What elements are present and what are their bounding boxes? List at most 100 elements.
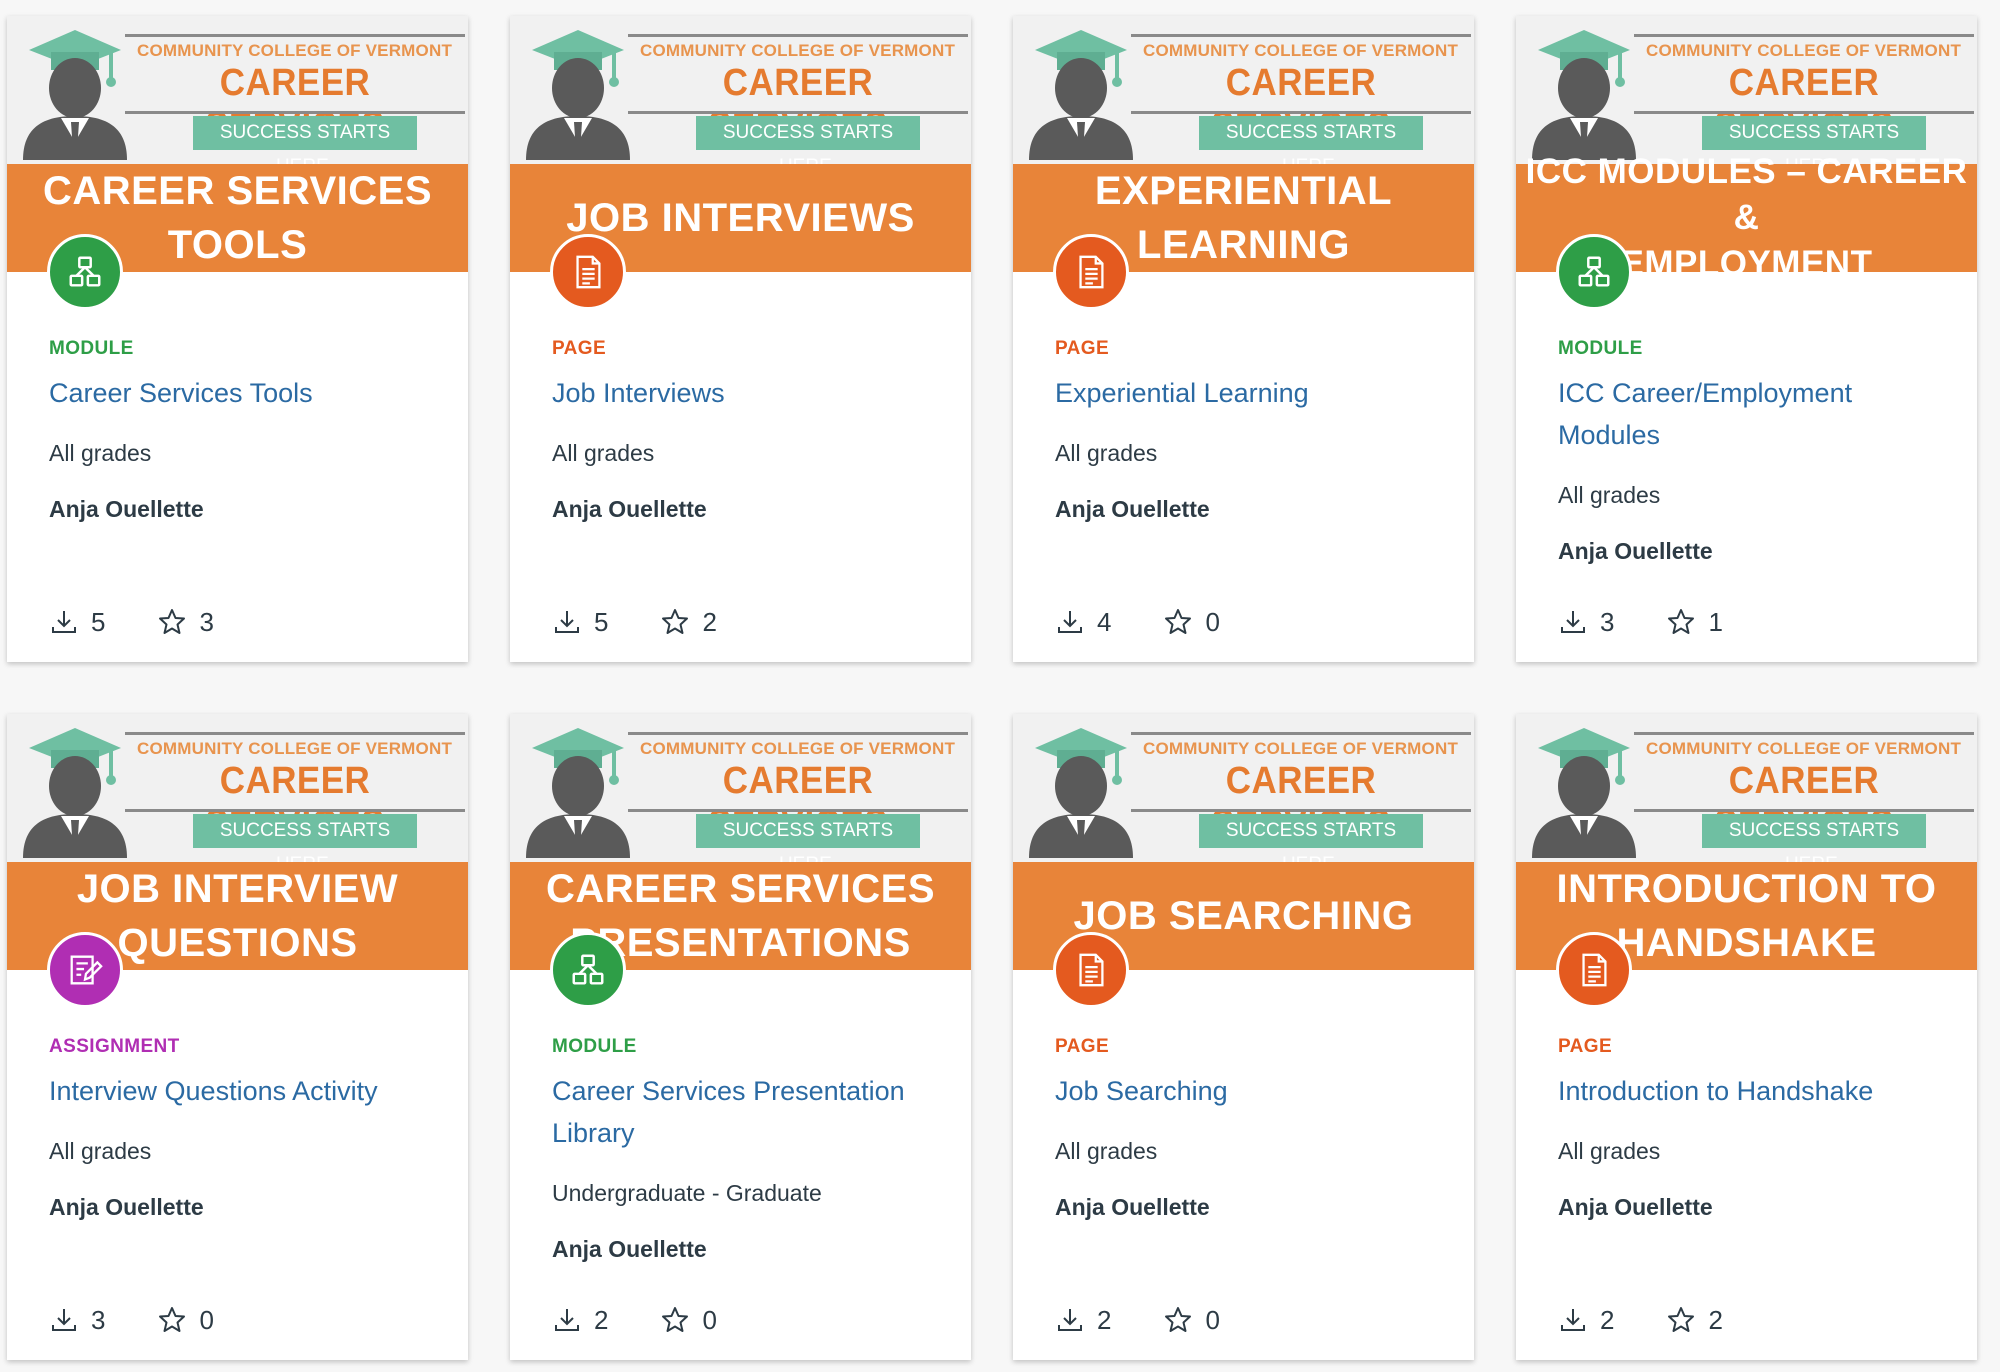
resource-card[interactable]: COMMUNITY COLLEGE OF VERMONT CAREER SERV… [7, 16, 468, 662]
tagline: SUCCESS STARTS HERE. [1199, 814, 1423, 875]
card-banner-image: COMMUNITY COLLEGE OF VERMONT CAREER SERV… [1516, 714, 1977, 970]
favorite-count: 2 [702, 606, 717, 637]
author-name: Anja Ouellette [1558, 1194, 1713, 1220]
tagline: SUCCESS STARTS HERE. [193, 814, 417, 875]
college-name: COMMUNITY COLLEGE OF VERMONT [639, 41, 956, 60]
grade-level: All grades [1055, 440, 1158, 466]
resource-title-link[interactable]: Introduction to Handshake [1558, 1070, 1958, 1112]
page-icon [1053, 234, 1129, 310]
grade-level: All grades [49, 1138, 152, 1164]
resource-card[interactable]: COMMUNITY COLLEGE OF VERMONT CAREER SERV… [1516, 16, 1977, 662]
star-icon[interactable] [1163, 1305, 1193, 1335]
author-name: Anja Ouellette [552, 1236, 707, 1262]
author-name: Anja Ouellette [49, 496, 204, 522]
star-icon[interactable] [1666, 607, 1696, 637]
favorite-count: 0 [199, 1304, 214, 1335]
tagline: SUCCESS STARTS HERE. [696, 116, 920, 177]
favorite-count: 1 [1708, 606, 1723, 637]
card-banner-image: COMMUNITY COLLEGE OF VERMONT CAREER SERV… [510, 714, 971, 970]
resource-title-link[interactable]: Job Searching [1055, 1070, 1455, 1112]
resource-card[interactable]: COMMUNITY COLLEGE OF VERMONT CAREER SERV… [510, 16, 971, 662]
download-icon [1058, 1309, 1082, 1331]
download-count: 4 [1097, 606, 1112, 637]
page-icon [550, 234, 626, 310]
resource-type: MODULE [552, 1036, 637, 1057]
resource-type: MODULE [49, 338, 134, 359]
tagline: SUCCESS STARTS HERE. [193, 116, 417, 177]
star-icon[interactable] [660, 1305, 690, 1335]
tagline: SUCCESS STARTS HERE. [1702, 814, 1926, 875]
star-icon[interactable] [157, 1305, 187, 1335]
resource-card[interactable]: COMMUNITY COLLEGE OF VERMONT CAREER SERV… [1516, 714, 1977, 1360]
favorite-count: 0 [702, 1304, 717, 1335]
resource-title-link[interactable]: Job Interviews [552, 372, 952, 414]
download-count: 2 [594, 1304, 609, 1335]
resource-title-link[interactable]: Experiential Learning [1055, 372, 1455, 414]
author-name: Anja Ouellette [1055, 1194, 1210, 1220]
page-icon [1556, 932, 1632, 1008]
card-banner-image: COMMUNITY COLLEGE OF VERMONT CAREER SERV… [7, 714, 468, 970]
module-icon [1556, 234, 1632, 310]
resource-type: MODULE [1558, 338, 1643, 359]
resource-card[interactable]: COMMUNITY COLLEGE OF VERMONT CAREER SERV… [1013, 16, 1474, 662]
graduate-figure-icon [23, 30, 127, 160]
download-count: 2 [1600, 1304, 1615, 1335]
card-stats: 2 0 [552, 1302, 769, 1338]
resource-type: ASSIGNMENT [49, 1036, 180, 1057]
download-icon [555, 611, 579, 633]
college-name: COMMUNITY COLLEGE OF VERMONT [136, 739, 453, 758]
resource-type: PAGE [1055, 1036, 1110, 1057]
resource-card[interactable]: COMMUNITY COLLEGE OF VERMONT CAREER SERV… [1013, 714, 1474, 1360]
tagline: SUCCESS STARTS HERE. [1199, 116, 1423, 177]
star-icon[interactable] [660, 607, 690, 637]
star-icon[interactable] [157, 607, 187, 637]
graduate-figure-icon [1532, 30, 1636, 160]
tagline: SUCCESS STARTS HERE. [1702, 116, 1926, 177]
graduate-figure-icon [1029, 728, 1133, 858]
star-icon[interactable] [1163, 607, 1193, 637]
college-name: COMMUNITY COLLEGE OF VERMONT [1142, 41, 1459, 60]
tagline: SUCCESS STARTS HERE. [696, 814, 920, 875]
resource-title-link[interactable]: ICC Career/Employment Modules [1558, 372, 1958, 456]
page-icon [1053, 932, 1129, 1008]
author-name: Anja Ouellette [1558, 538, 1713, 564]
graduate-figure-icon [23, 728, 127, 858]
assignment-icon [47, 932, 123, 1008]
grade-level: All grades [1558, 1138, 1661, 1164]
card-banner-image: COMMUNITY COLLEGE OF VERMONT CAREER SERV… [1013, 714, 1474, 970]
grade-level: Undergraduate - Graduate [552, 1180, 822, 1206]
grade-level: All grades [1558, 482, 1661, 508]
grade-level: All grades [49, 440, 152, 466]
resource-type: PAGE [1558, 1036, 1613, 1057]
college-name: COMMUNITY COLLEGE OF VERMONT [1645, 41, 1962, 60]
download-count: 3 [1600, 606, 1615, 637]
card-banner-image: COMMUNITY COLLEGE OF VERMONT CAREER SERV… [1516, 16, 1977, 272]
card-stats: 3 1 [1558, 604, 1775, 640]
download-count: 3 [91, 1304, 106, 1335]
author-name: Anja Ouellette [1055, 496, 1210, 522]
author-name: Anja Ouellette [49, 1194, 204, 1220]
graduate-figure-icon [1029, 30, 1133, 160]
card-stats: 5 3 [49, 604, 266, 640]
card-banner-image: COMMUNITY COLLEGE OF VERMONT CAREER SERV… [510, 16, 971, 272]
grade-level: All grades [552, 440, 655, 466]
card-stats: 5 2 [552, 604, 769, 640]
download-count: 5 [91, 606, 106, 637]
download-icon [1058, 611, 1082, 633]
module-icon [47, 234, 123, 310]
resource-card[interactable]: COMMUNITY COLLEGE OF VERMONT CAREER SERV… [510, 714, 971, 1360]
resource-card[interactable]: COMMUNITY COLLEGE OF VERMONT CAREER SERV… [7, 714, 468, 1360]
resource-title-link[interactable]: Career Services Tools [49, 372, 449, 414]
download-count: 2 [1097, 1304, 1112, 1335]
college-name: COMMUNITY COLLEGE OF VERMONT [1645, 739, 1962, 758]
download-icon [52, 1309, 76, 1331]
resource-type: PAGE [1055, 338, 1110, 359]
download-icon [52, 611, 76, 633]
resource-title-link[interactable]: Career Services Presentation Library [552, 1070, 952, 1154]
favorite-count: 0 [1205, 606, 1220, 637]
college-name: COMMUNITY COLLEGE OF VERMONT [639, 739, 956, 758]
star-icon[interactable] [1666, 1305, 1696, 1335]
college-name: COMMUNITY COLLEGE OF VERMONT [1142, 739, 1459, 758]
resource-title-link[interactable]: Interview Questions Activity [49, 1070, 449, 1112]
favorite-count: 0 [1205, 1304, 1220, 1335]
